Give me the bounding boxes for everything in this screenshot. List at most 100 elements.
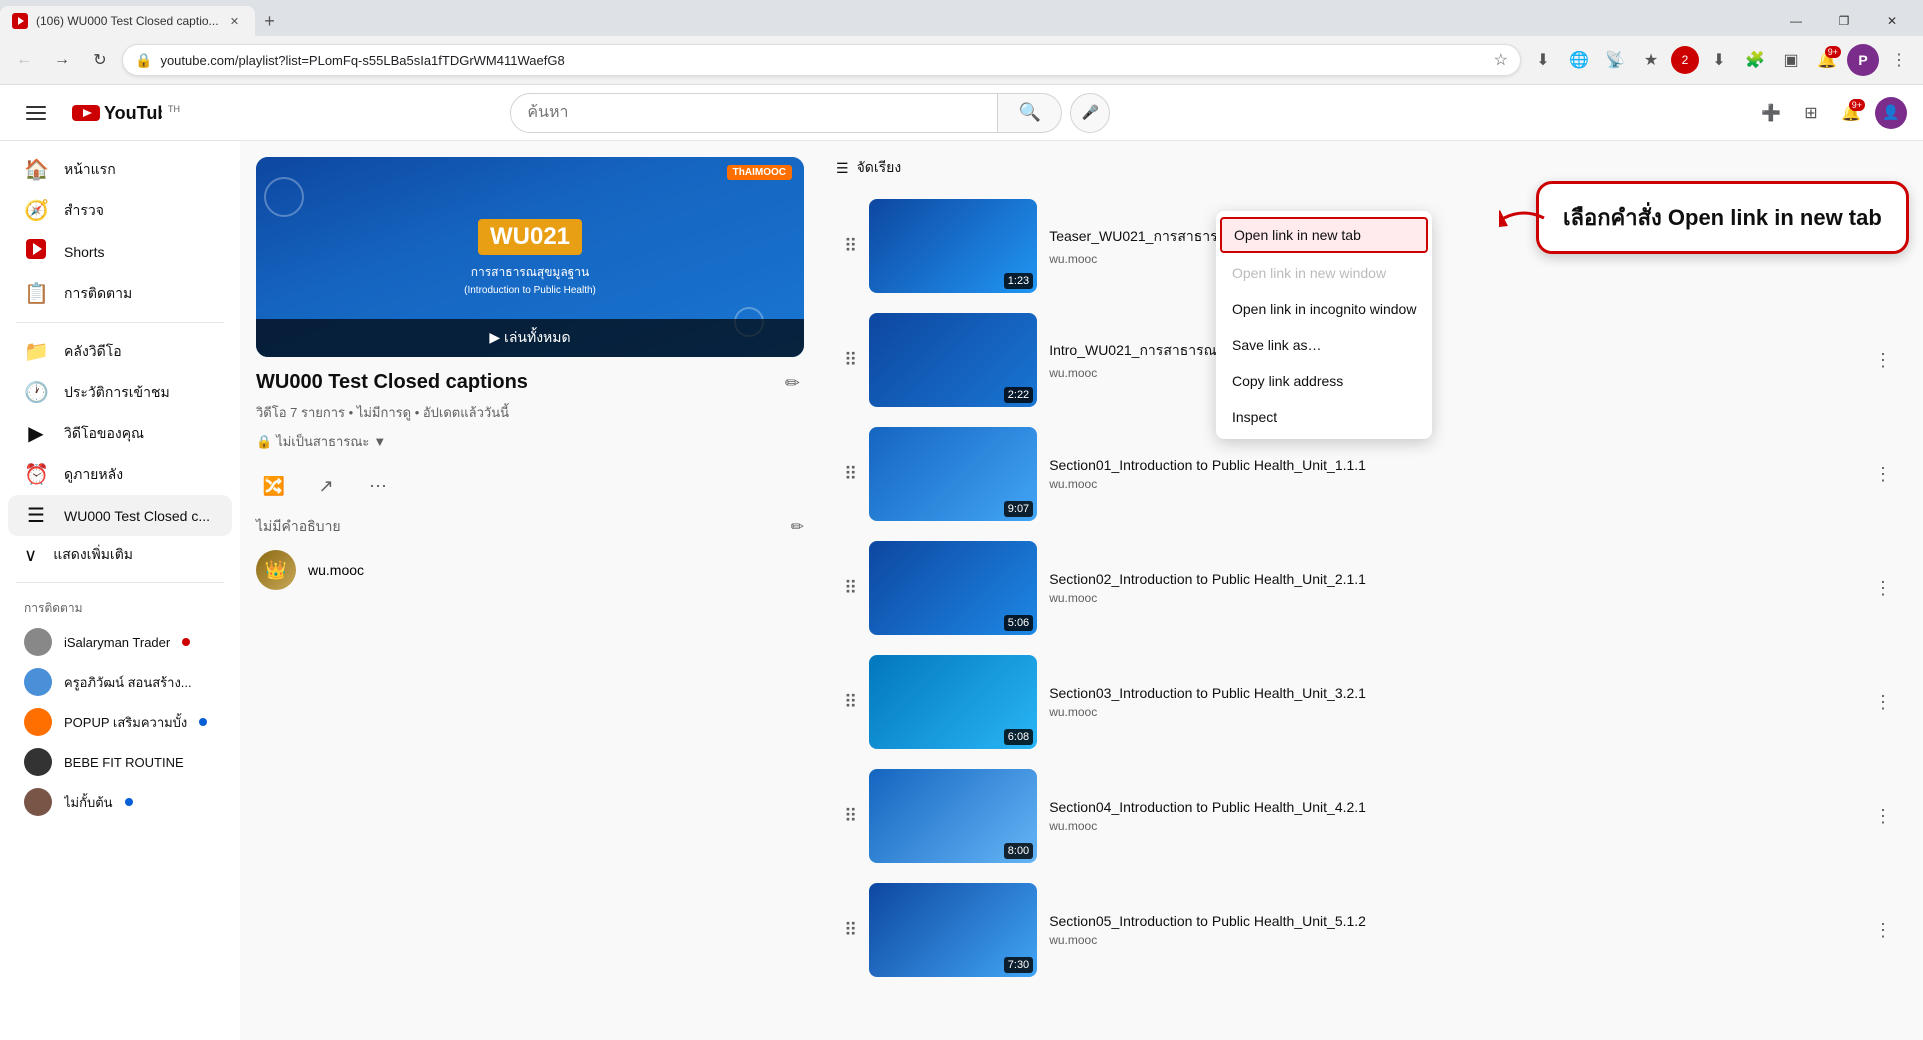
- sidebar-channel-isalaryman[interactable]: iSalaryman Trader: [8, 622, 232, 662]
- youtube-logo[interactable]: YouTube TH: [72, 103, 180, 123]
- bookmark-icon[interactable]: ☆: [1494, 50, 1508, 70]
- menu-icon[interactable]: ⋮: [1883, 44, 1915, 76]
- edit-desc-icon[interactable]: ✏: [791, 517, 804, 537]
- video-info-3: Section01_Introduction to Public Health_…: [1049, 457, 1855, 491]
- thumb-duration-3: 9:07: [1004, 501, 1033, 517]
- svg-text:YouTube: YouTube: [104, 103, 162, 123]
- chevron-icon: ▼: [373, 434, 386, 449]
- close-button[interactable]: ✕: [1869, 6, 1915, 36]
- split-icon[interactable]: ▣: [1775, 44, 1807, 76]
- sidebar-channel-kru[interactable]: ครูอภิวัฒน์ สอนสร้าง...: [8, 662, 232, 702]
- video-more-7[interactable]: ⋮: [1867, 914, 1899, 946]
- sidebar-item-shorts[interactable]: Shorts: [8, 231, 232, 273]
- browser-toolbar: ⬇ 🌐 📡 ★ 2 ⬇ 🧩 ▣ 🔔 9+ P ⋮: [1527, 44, 1915, 76]
- apps-button[interactable]: ⊞: [1795, 97, 1827, 129]
- history-icon: 🕐: [24, 380, 48, 405]
- sidebar-item-explore[interactable]: 🧭 สำรวจ: [8, 190, 232, 231]
- back-button[interactable]: ←: [8, 44, 40, 76]
- hamburger-menu[interactable]: [16, 93, 56, 133]
- ext1-icon[interactable]: 2: [1671, 46, 1699, 74]
- tab-close-button[interactable]: ✕: [227, 13, 243, 29]
- video-item-6[interactable]: ⠿ 8:00 Section04_Introduction to Public …: [836, 761, 1907, 871]
- sidebar-item-history[interactable]: 🕐 ประวัติการเข้าชม: [8, 372, 232, 413]
- tab-bar: (106) WU000 Test Closed captio... ✕ + — …: [0, 0, 1923, 36]
- sidebar-item-watch-later[interactable]: ⏰ ดูภายหลัง: [8, 454, 232, 495]
- video-item-7[interactable]: ⠿ 7:30 Section05_Introduction to Public …: [836, 875, 1907, 985]
- video-more-4[interactable]: ⋮: [1867, 572, 1899, 604]
- privacy-button[interactable]: 🔒 ไม่เป็นสาธารณะ ▼: [256, 427, 386, 456]
- search-input[interactable]: [527, 104, 981, 122]
- header-profile[interactable]: 👤: [1875, 97, 1907, 129]
- video-more-2[interactable]: ⋮: [1867, 344, 1899, 376]
- active-tab[interactable]: (106) WU000 Test Closed captio... ✕: [0, 6, 255, 36]
- new-content-indicator-2: [125, 798, 133, 806]
- lock-icon: 🔒: [135, 52, 152, 69]
- window-controls: — ❐ ✕: [1773, 6, 1923, 36]
- search-button[interactable]: 🔍: [998, 93, 1062, 133]
- context-open-new-window[interactable]: Open link in new window: [1216, 255, 1432, 291]
- video-thumb-4: 5:06: [869, 541, 1037, 635]
- sidebar-show-more[interactable]: ∨ แสดงเพิ่มเติม: [8, 536, 232, 574]
- shuffle-button[interactable]: 🔀: [256, 468, 292, 504]
- video-more-5[interactable]: ⋮: [1867, 686, 1899, 718]
- sidebar-item-playlist[interactable]: ☰ WU000 Test Closed c...: [8, 495, 232, 536]
- context-open-new-tab[interactable]: Open link in new tab: [1220, 217, 1428, 253]
- video-more-3[interactable]: ⋮: [1867, 458, 1899, 490]
- share-button[interactable]: ↗: [308, 468, 344, 504]
- more-button[interactable]: ⋯: [360, 468, 396, 504]
- create-button[interactable]: ➕: [1755, 97, 1787, 129]
- notification-badge: 9+: [1825, 46, 1841, 58]
- sidebar-channel-bebe[interactable]: BEBE FIT ROUTINE: [8, 742, 232, 782]
- context-inspect[interactable]: Inspect: [1216, 399, 1432, 435]
- sidebar-item-library[interactable]: 📁 คลังวิดีโอ: [8, 331, 232, 372]
- video-more-6[interactable]: ⋮: [1867, 800, 1899, 832]
- video-info-4: Section02_Introduction to Public Health_…: [1049, 571, 1855, 605]
- new-tab-button[interactable]: +: [255, 6, 285, 36]
- edit-playlist-icon[interactable]: ✏: [781, 369, 804, 398]
- country-code: TH: [168, 104, 180, 114]
- play-all-button[interactable]: ▶ เล่นทั้งหมด: [256, 319, 804, 357]
- sidebar-item-home[interactable]: 🏠 หน้าแรก: [8, 149, 232, 190]
- new-content-indicator: [199, 718, 207, 726]
- user5-avatar: [24, 788, 52, 816]
- channel-avatar-large: 👑: [256, 550, 296, 590]
- profile-button[interactable]: P: [1847, 44, 1879, 76]
- video-item-1[interactable]: ⠿ 1:23 Teaser_WU021_การสาธารณสุขมูลฐาน i…: [836, 191, 1907, 301]
- address-bar[interactable]: 🔒 youtube.com/playlist?list=PLomFq-s55LB…: [122, 44, 1521, 76]
- sidebar-label-home: หน้าแรก: [64, 159, 116, 181]
- notifications-icon[interactable]: 🔔 9+: [1811, 44, 1843, 76]
- kru-avatar: [24, 668, 52, 696]
- wu-title: การสาธารณสุขมูลฐาน(Introduction to Publi…: [464, 263, 596, 296]
- sidebar-channel-popup[interactable]: POPUP เสริมความบั้ง: [8, 702, 232, 742]
- playlist-thumbnail[interactable]: ThAIMOOC WU021 การสาธารณสุขมูลฐาน(Introd…: [256, 157, 804, 357]
- header-notifications[interactable]: 🔔 9+: [1835, 97, 1867, 129]
- search-input-wrap[interactable]: [510, 93, 998, 133]
- puzzle-icon[interactable]: 🧩: [1739, 44, 1771, 76]
- translate-icon[interactable]: 🌐: [1563, 44, 1595, 76]
- sidebar-label-history: ประวัติการเข้าชม: [64, 382, 170, 404]
- context-open-incognito[interactable]: Open link in incognito window: [1216, 291, 1432, 327]
- download-icon[interactable]: ⬇: [1527, 44, 1559, 76]
- sort-label: จัดเรียง: [857, 157, 902, 179]
- thumb-duration-7: 7:30: [1004, 957, 1033, 973]
- sort-icon: ☰: [836, 160, 849, 177]
- refresh-button[interactable]: ↻: [84, 44, 116, 76]
- video-item-5[interactable]: ⠿ 6:08 Section03_Introduction to Public …: [836, 647, 1907, 757]
- video-title-6: Section04_Introduction to Public Health_…: [1049, 799, 1855, 815]
- forward-button[interactable]: →: [46, 44, 78, 76]
- drag-handle-3: ⠿: [844, 464, 857, 485]
- cast-icon[interactable]: 📡: [1599, 44, 1631, 76]
- video-item-4[interactable]: ⠿ 5:06 Section02_Introduction to Public …: [836, 533, 1907, 643]
- star-icon[interactable]: ★: [1635, 44, 1667, 76]
- sidebar-item-your-videos[interactable]: ▶ วิดีโอของคุณ: [8, 413, 232, 454]
- thumb-duration-2: 2:22: [1004, 387, 1033, 403]
- ext2-icon[interactable]: ⬇: [1703, 44, 1735, 76]
- sidebar-item-subscriptions[interactable]: 📋 การติดตาม: [8, 273, 232, 314]
- context-copy-link[interactable]: Copy link address: [1216, 363, 1432, 399]
- minimize-button[interactable]: —: [1773, 6, 1819, 36]
- sidebar-channel-user5[interactable]: ไม่กั้บต้น: [8, 782, 232, 822]
- mic-button[interactable]: 🎤: [1070, 93, 1110, 133]
- annotation-arrow: [1499, 203, 1549, 233]
- maximize-button[interactable]: ❐: [1821, 6, 1867, 36]
- context-save-link-as[interactable]: Save link as…: [1216, 327, 1432, 363]
